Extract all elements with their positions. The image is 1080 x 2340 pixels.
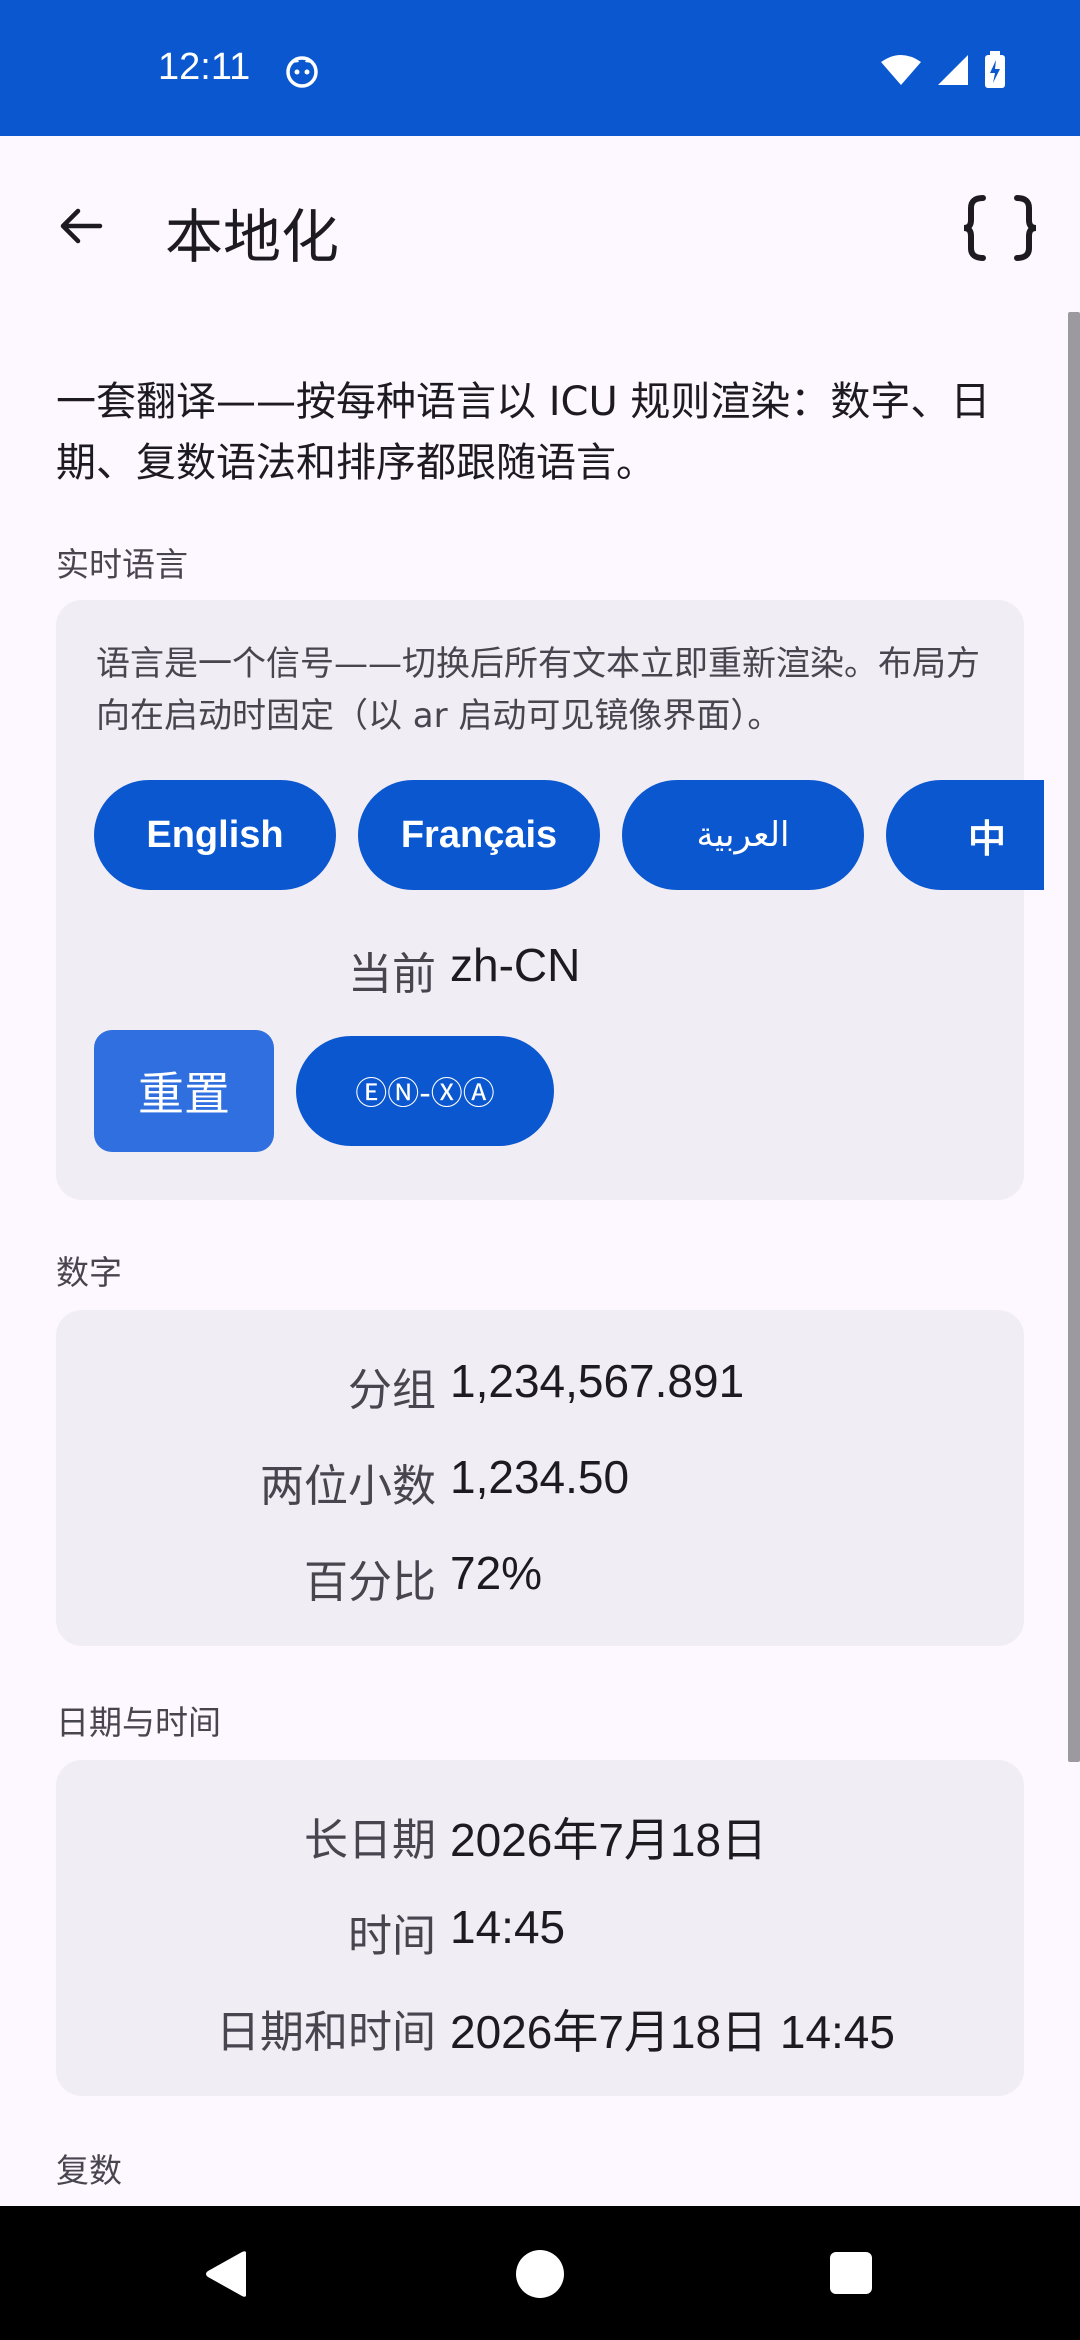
language-chip-english[interactable]: English — [94, 780, 336, 890]
section-label-plurals: 复数 — [56, 2151, 122, 2190]
braces-icon — [963, 195, 1037, 261]
number-row-label: 百分比 — [304, 1557, 436, 1608]
datetime-row-value: 2026年7月18日 14:45 — [450, 2006, 895, 2058]
datetime-row-label: 时间 — [348, 1911, 436, 1962]
json-view-button[interactable] — [958, 186, 1042, 270]
language-chip-arabic[interactable]: العربية — [622, 780, 864, 890]
current-locale-value: zh-CN — [450, 939, 581, 991]
language-chip-row[interactable]: English Français العربية 中 — [94, 780, 1044, 892]
locale-note: 语言是一个信号——切换后所有文本立即重新渲染。布局方向在启动时固定（以 ar 启… — [96, 644, 980, 736]
app-bar: 本地化 — [0, 136, 1080, 316]
section-label-live-locale: 实时语言 — [56, 545, 188, 584]
intro-text: 一套翻译——按每种语言以 ICU 规则渲染：数字、日期、复数语法和排序都跟随语言… — [56, 379, 991, 486]
reset-button[interactable]: 重置 — [94, 1030, 274, 1152]
pseudo-locale-button[interactable]: ⒺⓃ-ⓍⒶ — [296, 1036, 554, 1146]
content-scroll[interactable]: 一套翻译——按每种语言以 ICU 规则渲染：数字、日期、复数语法和排序都跟随语言… — [0, 316, 1070, 2206]
nav-back-icon[interactable] — [204, 2250, 250, 2298]
back-button[interactable] — [40, 186, 120, 266]
number-row-value: 72% — [450, 1547, 543, 1599]
signal-icon — [938, 55, 968, 85]
datetime-card: 长日期 2026年7月18日 时间 14:45 日期和时间 2026年7月18日… — [56, 1760, 1024, 2096]
current-locale-label: 当前 — [348, 949, 436, 1000]
number-row-value: 1,234.50 — [450, 1451, 630, 1503]
status-icons — [880, 50, 1006, 90]
nav-home-icon[interactable] — [516, 2250, 564, 2298]
section-label-datetime: 日期与时间 — [56, 1703, 221, 1742]
live-locale-card: 语言是一个信号——切换后所有文本立即重新渲染。布局方向在启动时固定（以 ar 启… — [56, 600, 1044, 1200]
section-label-numbers: 数字 — [56, 1253, 122, 1292]
datetime-row-value: 14:45 — [450, 1901, 566, 1953]
cat-notification-icon — [286, 56, 318, 88]
battery-charging-icon — [985, 51, 1005, 88]
datetime-row-value: 2026年7月18日 — [450, 1814, 768, 1866]
status-time: 12:11 — [158, 46, 251, 88]
wifi-icon — [881, 55, 921, 85]
navigation-bar — [0, 2206, 1080, 2340]
number-row-value: 1,234,567.891 — [450, 1355, 745, 1407]
page-title: 本地化 — [165, 203, 340, 271]
arrow-back-icon — [60, 208, 103, 244]
datetime-row-label: 长日期 — [304, 1815, 436, 1866]
language-chip-french[interactable]: Français — [358, 780, 600, 890]
language-chip-chinese[interactable]: 中 — [886, 780, 1044, 890]
number-row-label: 分组 — [348, 1365, 436, 1416]
number-row-label: 两位小数 — [260, 1461, 436, 1512]
status-bar: 12:11 — [0, 0, 1080, 136]
datetime-row-label: 日期和时间 — [216, 2007, 436, 2058]
nav-recents-icon[interactable] — [830, 2252, 872, 2294]
numbers-card: 分组 1,234,567.891 两位小数 1,234.50 百分比 72% — [56, 1310, 1024, 1646]
